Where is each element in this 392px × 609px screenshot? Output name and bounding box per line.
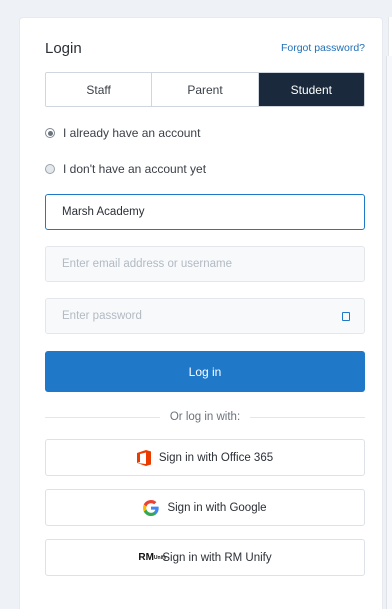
side-panel [386,56,392,609]
radio-have-account[interactable]: I already have an account [45,124,365,142]
email-input[interactable] [60,257,350,271]
rm-unify-label: Sign in with RM Unify [162,551,272,564]
show-password-icon[interactable] [342,311,350,321]
school-input[interactable] [60,205,350,219]
radio-label: I don't have an account yet [63,162,207,176]
divider-text: Or log in with: [169,411,241,423]
rm-unify-icon: RM Unify [138,551,166,563]
office365-icon [136,449,151,466]
login-button[interactable]: Log in [45,351,365,392]
google-label: Sign in with Google [167,501,267,514]
login-header: Login Forgot password? [45,36,365,60]
radio-no-account[interactable]: I don't have an account yet [45,160,365,178]
google-button[interactable]: Sign in with Google [45,489,365,526]
tab-parent[interactable]: Parent [152,73,259,106]
forgot-password-link[interactable]: Forgot password? [281,42,365,54]
rm-logo-main: RM [138,551,154,563]
sso-divider: Or log in with: [45,409,365,425]
password-input[interactable] [60,309,342,323]
divider-line [45,416,160,418]
office365-button[interactable]: Sign in with Office 365 [45,439,365,476]
user-type-tabs: Staff Parent Student [45,72,365,107]
rm-unify-button[interactable]: RM Unify Sign in with RM Unify [45,539,365,576]
email-field[interactable] [45,246,365,282]
google-icon [143,499,160,516]
office365-label: Sign in with Office 365 [158,451,274,464]
tab-staff[interactable]: Staff [46,73,153,106]
password-field[interactable] [45,298,365,334]
radio-button[interactable] [45,164,55,174]
tab-student[interactable]: Student [258,73,364,106]
radio-button-checked[interactable] [45,128,55,138]
divider-line [250,416,365,418]
page-title: Login [45,39,82,57]
login-page: Login Forgot password? Staff Parent Stud… [0,0,392,609]
radio-label: I already have an account [63,126,201,140]
school-field[interactable] [45,194,365,230]
